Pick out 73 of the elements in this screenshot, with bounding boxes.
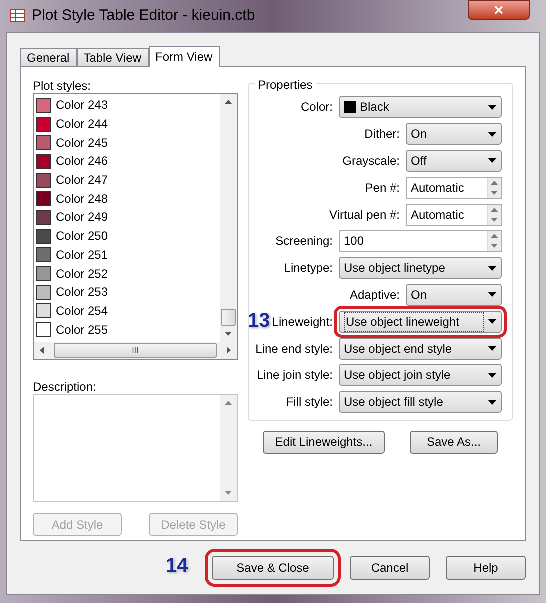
vertical-scrollbar[interactable] (220, 94, 237, 342)
list-item[interactable]: Color 254 (36, 302, 220, 320)
scroll-down-icon[interactable] (225, 332, 232, 336)
spinner-arrows-icon[interactable] (487, 178, 501, 198)
dropdown[interactable]: Use object join style (339, 364, 502, 386)
field-label: Pen #: (365, 180, 400, 197)
scroll-up-icon[interactable] (225, 401, 232, 405)
scroll-thumb[interactable] (221, 309, 236, 326)
field-label: Screening: (276, 233, 333, 250)
button[interactable]: Save As... (410, 430, 498, 454)
list-item[interactable]: Color 249 (36, 208, 220, 227)
dropdown[interactable]: Off (406, 150, 502, 172)
horizontal-scrollbar[interactable]: III (34, 342, 237, 359)
scroll-thumb[interactable]: III (54, 343, 217, 358)
list-item[interactable]: Color 246 (36, 152, 220, 171)
spinner-field[interactable]: 100 (339, 230, 502, 252)
spinner-arrows-icon[interactable] (487, 204, 501, 225)
list-item[interactable]: Color 243 (36, 96, 220, 115)
list-item[interactable]: Color 248 (36, 189, 220, 208)
dropdown[interactable]: On (406, 284, 502, 306)
list-label: Plot styles: (33, 78, 92, 93)
list-item[interactable]: Color 250 (36, 226, 220, 246)
list-item[interactable]: Color 244 (36, 114, 220, 134)
plot-styles-list[interactable]: Color 243 Color 244 Color 245 Color 246 Color 247 Color 248 Color 249 Color 250 Color 251 Color 252 Color 253 Color 254 Color 255 III (33, 93, 238, 360)
button[interactable]: Help (446, 556, 526, 580)
step-number-label: 13 (248, 311, 270, 332)
dropdown-caret-icon (488, 292, 497, 298)
dropdown-caret-icon (488, 372, 497, 378)
field-label: Line end style: (256, 340, 333, 358)
field-label: Adaptive: (350, 286, 400, 304)
field-label: Color: (300, 99, 333, 116)
tab[interactable]: Table View (76, 48, 149, 66)
tab[interactable]: Form View (148, 46, 220, 67)
dropdown-caret-icon (488, 158, 497, 164)
step-number-label: 14 (166, 556, 188, 576)
field-label: Lineweight: (272, 314, 333, 331)
field-label: Grayscale: (342, 152, 400, 170)
button[interactable]: Cancel (350, 556, 430, 580)
list-item[interactable]: Color 252 (36, 264, 220, 283)
list-item[interactable]: Color 253 (36, 282, 220, 302)
dropdown-caret-icon (488, 400, 497, 405)
field-label: Fill style: (286, 394, 333, 412)
field-label: Linetype: (284, 260, 333, 278)
dropdown[interactable]: Use object end style (339, 338, 502, 360)
list-item[interactable]: Color 245 (36, 133, 220, 152)
dropdown[interactable]: Use object linetype (339, 257, 502, 280)
scroll-right-icon[interactable] (227, 347, 231, 354)
spinner-arrows-icon[interactable] (487, 231, 501, 252)
field-label: Line join style: (256, 367, 333, 384)
tab[interactable]: General (20, 48, 77, 66)
dropdown[interactable]: Black (339, 96, 502, 118)
dropdown-caret-icon (488, 319, 497, 324)
scroll-up-icon[interactable] (225, 100, 232, 104)
field-label: Dither: (364, 126, 400, 144)
description-label: Description: (33, 379, 98, 394)
field-label: Virtual pen #: (330, 206, 400, 224)
dropdown-caret-icon (488, 132, 497, 137)
spinner-field[interactable]: Automatic (406, 176, 502, 199)
table-app-icon (10, 8, 26, 24)
dropdown-caret-icon (488, 346, 497, 352)
list-item[interactable]: Color 247 (36, 170, 220, 190)
dropdown[interactable]: On (406, 123, 502, 146)
button[interactable]: Edit Lineweights... (263, 430, 385, 454)
dropdown-caret-icon (488, 266, 497, 271)
list-item[interactable]: Color 255 (36, 320, 220, 339)
dropdown[interactable]: Use object fill style (339, 391, 502, 414)
dropdown-caret-icon (488, 104, 497, 110)
list-item[interactable]: Color 251 (36, 246, 220, 264)
scroll-left-icon[interactable] (40, 347, 44, 354)
scroll-down-icon[interactable] (225, 491, 232, 495)
window-title: Plot Style Table Editor - kieuin.ctb (32, 6, 256, 26)
description-field[interactable] (33, 394, 238, 502)
spinner-field[interactable]: Automatic (406, 204, 502, 226)
